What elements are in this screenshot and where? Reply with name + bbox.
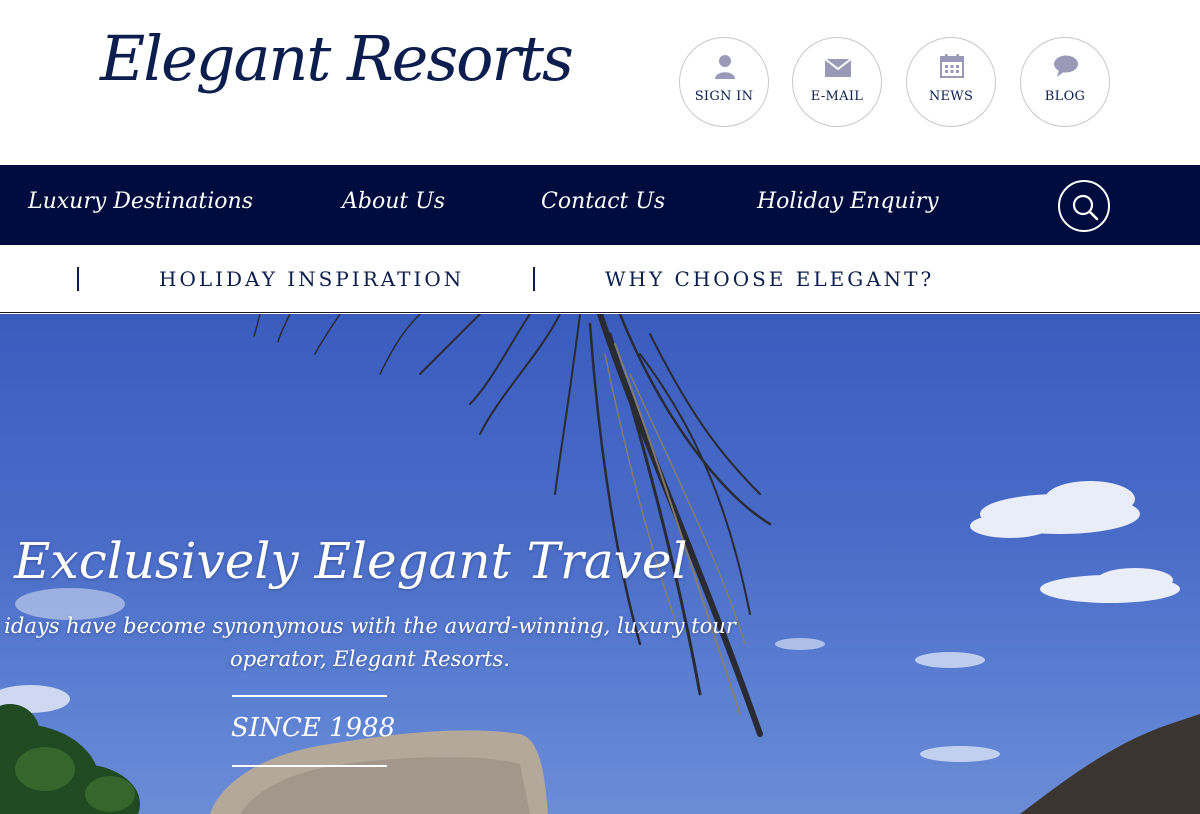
nav-contact-us[interactable]: Contact Us bbox=[541, 189, 665, 214]
nav-why-choose-elegant[interactable]: WHY CHOOSE ELEGANT? bbox=[605, 267, 934, 291]
blog-label: BLOG bbox=[1044, 89, 1086, 104]
sign-in-label: SIGN IN bbox=[694, 89, 754, 104]
email-label: E-MAIL bbox=[810, 89, 864, 104]
main-navigation: Luxury Destinations About Us Contact Us … bbox=[0, 165, 1200, 245]
nav-holiday-inspiration[interactable]: HOLIDAY INSPIRATION bbox=[159, 267, 464, 291]
speech-bubble-icon bbox=[1054, 55, 1078, 77]
divider-line bbox=[232, 695, 387, 697]
person-icon bbox=[715, 55, 735, 79]
elegant-resorts-logo[interactable]: Elegant Resorts bbox=[100, 22, 574, 95]
divider-line bbox=[232, 765, 387, 767]
hero-banner: Exclusively Elegant Travel idays have be… bbox=[0, 314, 1200, 814]
news-label: NEWS bbox=[928, 89, 974, 104]
nav-divider bbox=[77, 267, 79, 291]
nav-luxury-destinations[interactable]: Luxury Destinations bbox=[28, 189, 253, 214]
sign-in-button[interactable]: SIGN IN bbox=[679, 37, 769, 127]
news-button[interactable]: NEWS bbox=[906, 37, 996, 127]
nav-divider bbox=[533, 267, 535, 291]
email-button[interactable]: E-MAIL bbox=[792, 37, 882, 127]
envelope-icon bbox=[824, 58, 852, 77]
secondary-navigation: HOLIDAY INSPIRATION WHY CHOOSE ELEGANT? bbox=[0, 245, 1200, 313]
blog-button[interactable]: BLOG bbox=[1020, 37, 1110, 127]
hero-subtitle-line1: idays have become synonymous with the aw… bbox=[4, 614, 736, 638]
search-button[interactable] bbox=[1058, 180, 1110, 232]
hero-title: Exclusively Elegant Travel bbox=[14, 532, 688, 590]
calendar-icon bbox=[940, 54, 964, 78]
site-header: Elegant Resorts SIGN IN E-MAIL NEWS BLOG bbox=[0, 0, 1200, 165]
since-year: SINCE 1988 bbox=[231, 713, 396, 743]
hero-subtitle: idays have become synonymous with the aw… bbox=[0, 610, 770, 676]
search-icon bbox=[1072, 194, 1099, 221]
hero-subtitle-line2: operator, Elegant Resorts. bbox=[230, 647, 510, 671]
nav-about-us[interactable]: About Us bbox=[342, 189, 445, 214]
nav-holiday-enquiry[interactable]: Holiday Enquiry bbox=[757, 189, 939, 214]
